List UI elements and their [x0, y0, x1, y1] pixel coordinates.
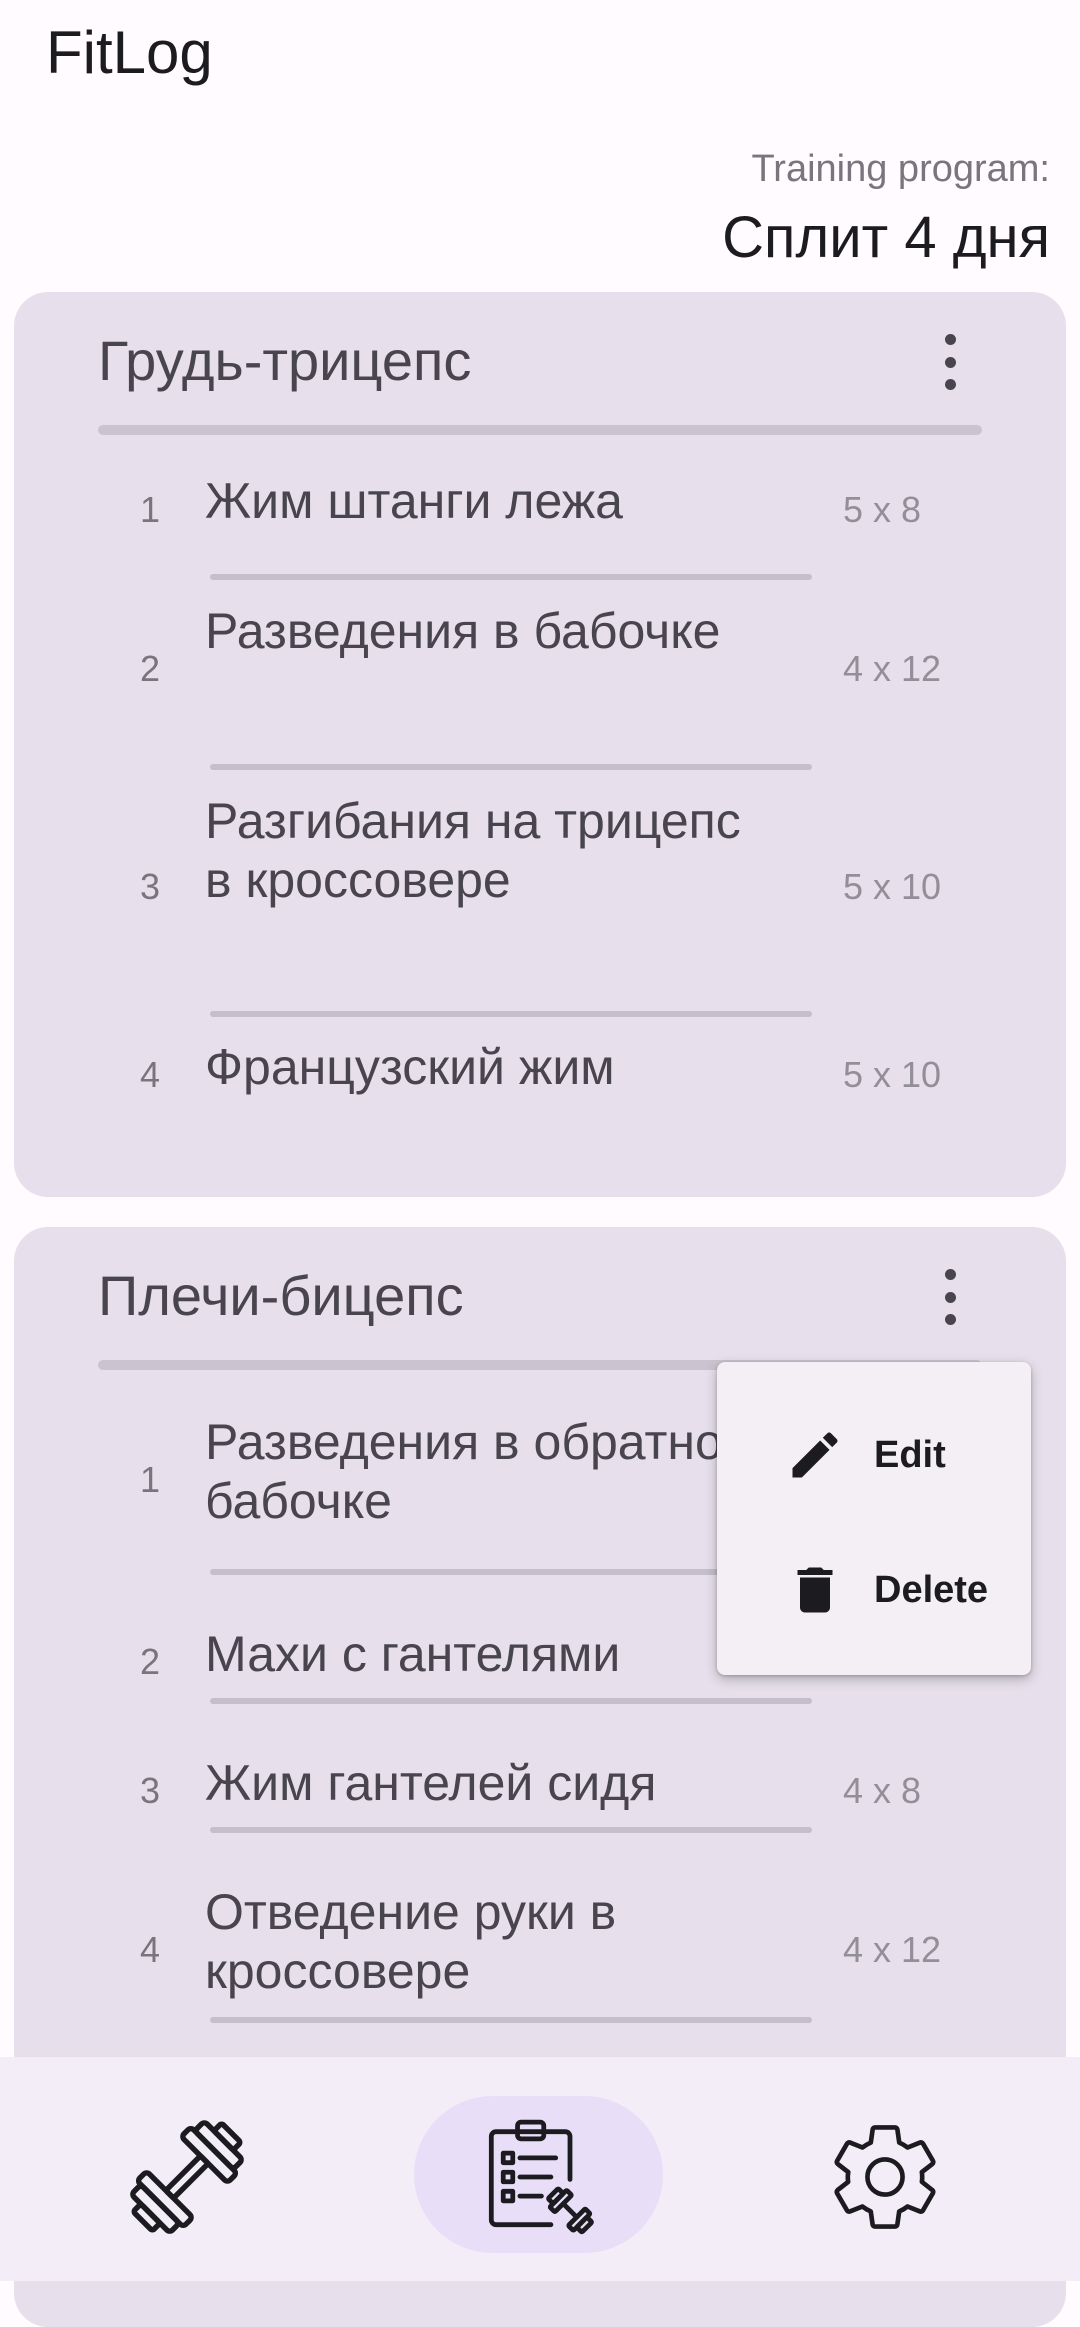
exercise-number: 2 [140, 1641, 161, 1682]
workout-card[interactable]: Грудь-трицепс 1 Жим штанги лежа 5 x 8 2 … [14, 292, 1066, 1197]
exercise-divider [210, 574, 812, 580]
exercise-name: Отведение руки в кроссовере [205, 1884, 617, 1999]
app-title: FitLog [46, 19, 213, 86]
exercise-number: 3 [140, 866, 161, 907]
exercise-divider [210, 1698, 812, 1704]
exercise-divider [210, 2017, 812, 2023]
context-menu: Edit Delete [717, 1362, 1031, 1675]
exercise-sets: 5 x 8 [843, 489, 922, 530]
training-program-name[interactable]: Сплит 4 дня [722, 204, 1050, 271]
exercise-divider [210, 1827, 812, 1833]
exercise-name: Жим гантелей сидя [205, 1755, 657, 1811]
exercise-divider [210, 764, 812, 770]
exercise-sets: 5 x 10 [843, 1054, 942, 1095]
pencil-icon [792, 1432, 838, 1478]
edit-label: Edit [874, 1433, 946, 1476]
exercise-number: 4 [140, 1054, 161, 1095]
edit-menu-item[interactable]: Edit [717, 1395, 1031, 1515]
exercise-sets: 5 x 10 [843, 866, 942, 907]
training-program-label: Training program: [751, 148, 1051, 190]
exercise-number: 1 [140, 489, 161, 530]
delete-menu-item[interactable]: Delete [717, 1530, 1031, 1650]
exercise-name: Разгибания на трицепс в кроссовере [205, 793, 741, 908]
exercise-number: 1 [140, 1459, 161, 1500]
nav-programs[interactable] [464, 2097, 614, 2257]
exercise-name: Разведения в бабочке [205, 603, 721, 659]
exercise-name: Жим штанги лежа [205, 473, 623, 529]
workout-title: Плечи-бицепс [98, 1264, 464, 1327]
more-options-icon[interactable] [930, 334, 970, 390]
exercise-name: Разведения в обратной бабочке [205, 1414, 751, 1529]
gear-icon [834, 2125, 936, 2229]
exercise-number: 3 [140, 1770, 161, 1811]
nav-settings[interactable] [810, 2097, 960, 2257]
exercise-name: Французский жим [205, 1039, 615, 1095]
clipboard-dumbbell-icon [488, 2119, 594, 2235]
more-options-icon[interactable] [930, 1269, 970, 1325]
bottom-navigation [0, 2057, 1080, 2281]
title-divider [98, 425, 982, 435]
exercise-name: Махи с гантелями [205, 1626, 621, 1682]
exercise-divider [210, 1011, 812, 1017]
nav-workouts[interactable] [112, 2097, 262, 2257]
exercise-number: 4 [140, 1929, 161, 1970]
trash-icon [797, 1567, 833, 1613]
exercise-sets: 4 x 12 [843, 1929, 942, 1970]
workout-title: Грудь-трицепс [98, 329, 472, 392]
dumbbell-icon [130, 2120, 244, 2234]
exercise-sets: 4 x 12 [843, 648, 942, 689]
delete-label: Delete [874, 1568, 989, 1611]
exercise-number: 2 [140, 648, 161, 689]
exercise-sets: 4 x 8 [843, 1770, 922, 1811]
